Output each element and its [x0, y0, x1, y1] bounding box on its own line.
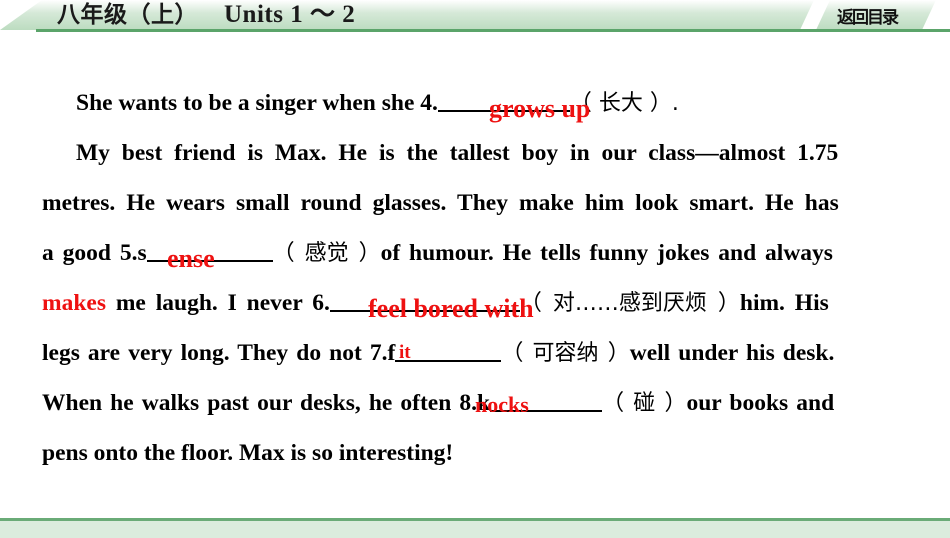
- return-to-contents-link[interactable]: 返回目录: [837, 3, 899, 28]
- line5-chinese-hint: （ 对……感到厌烦 ）: [519, 291, 740, 316]
- passage-body: She wants to be a singer when she 4. （ 长大…: [0, 32, 950, 500]
- passage-line-4: a good 5.s （ 感觉 ）of humour. He tells funn…: [42, 228, 928, 278]
- line5-text-a: me laugh. I never 6.: [115, 290, 330, 316]
- line1-text-a: She wants to be a singer when she 4.: [76, 90, 438, 116]
- passage-line-1: She wants to be a singer when she 4. （ 长大…: [76, 78, 928, 128]
- page-footer-bar: [0, 518, 950, 538]
- title-volume: （上）: [127, 2, 198, 28]
- passage-line-6: legs are very long. They do not 7.f （ 可容纳…: [42, 328, 928, 378]
- line5-text-b: him. His: [739, 290, 829, 316]
- answer-blank-7[interactable]: [395, 360, 502, 362]
- passage-line-8: pens onto the floor. Max is so interesti…: [42, 440, 454, 466]
- line4-text-b: of humour. He tells funny jokes and alwa…: [380, 240, 833, 266]
- answer-blank-4[interactable]: [437, 110, 570, 112]
- passage-line-2: My best friend is Max. He is the tallest…: [76, 140, 839, 166]
- line6-chinese-hint: （ 可容纳 ）: [501, 341, 630, 366]
- line7-chinese-hint: （ 碰 ）: [602, 391, 687, 416]
- line6-text-b: well under his desk.: [629, 340, 835, 366]
- answer-blank-5[interactable]: [146, 260, 273, 262]
- page-title: 八年级（上） Units 1 ～ 2: [57, 1, 355, 29]
- line1-chinese-hint: （ 长大 ）.: [569, 91, 679, 116]
- line5-red-word: makes: [42, 290, 106, 316]
- passage-line-7: When he walks past our desks, he often 8…: [42, 378, 928, 428]
- passage-line-3: metres. He wears small round glasses. Th…: [42, 190, 839, 216]
- answer-blank-6[interactable]: [329, 310, 520, 312]
- title-grade: 八年级: [57, 2, 128, 28]
- line4-text-a: a good 5.s: [42, 240, 147, 266]
- title-units: Units 1 ～ 2: [224, 1, 356, 28]
- line7-text-b: our books and: [686, 390, 835, 416]
- line6-text-a: legs are very long. They do not 7.f: [42, 340, 396, 366]
- line7-text-a: When he walks past our desks, he often 8…: [42, 390, 491, 416]
- page-header: 八年级（上） Units 1 ～ 2 返回目录: [0, 0, 950, 32]
- line4-chinese-hint: （ 感觉 ）: [272, 241, 381, 266]
- answer-blank-8[interactable]: [490, 410, 603, 412]
- passage-line-5: makes me laugh. I never 6. （ 对……感到厌烦 ）him…: [42, 278, 928, 328]
